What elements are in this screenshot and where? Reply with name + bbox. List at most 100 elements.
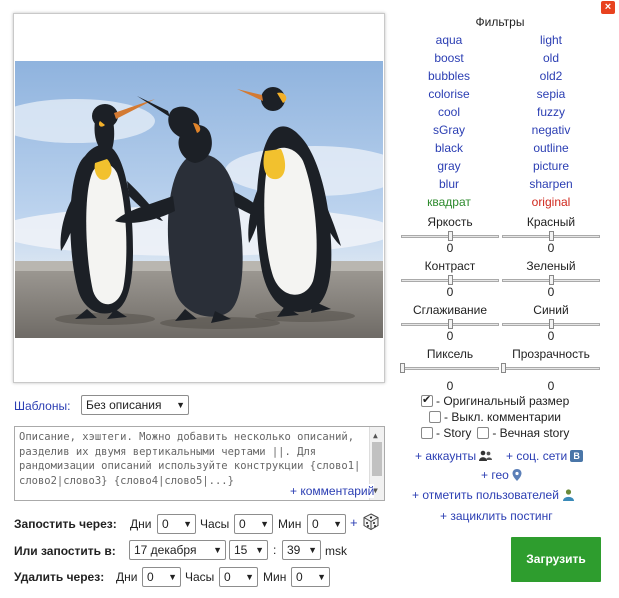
filter-negativ[interactable]: negativ: [501, 121, 601, 139]
filter-original[interactable]: original: [501, 193, 601, 211]
filter-sgray[interactable]: sGray: [399, 121, 499, 139]
penguin-photo: [15, 61, 383, 338]
disable-comments-label: - Выкл. комментарии: [444, 410, 561, 424]
slider-thumb[interactable]: [549, 319, 554, 329]
accounts-link[interactable]: + аккаунты: [415, 449, 493, 463]
delete-after-hours-select[interactable]: 0 ▼: [219, 567, 258, 587]
filter-fuzzy[interactable]: fuzzy: [501, 103, 601, 121]
brightness-slider-block: Яркость 0: [400, 215, 500, 255]
green-label: Зеленый: [526, 259, 576, 273]
filter-old2[interactable]: old2: [501, 67, 601, 85]
slider-thumb[interactable]: [448, 231, 453, 241]
post-after-minutes-select[interactable]: 0 ▼: [307, 514, 346, 534]
delete-after-days-select[interactable]: 0 ▼: [142, 567, 181, 587]
loop-posting-label: + зациклить постинг: [440, 509, 553, 523]
slider-thumb[interactable]: [501, 363, 506, 373]
slider-thumb[interactable]: [400, 363, 405, 373]
eternal-story-checkbox[interactable]: [477, 427, 490, 439]
delete-after-minutes-select[interactable]: 0 ▼: [291, 567, 330, 587]
scroll-thumb[interactable]: [372, 442, 382, 476]
contrast-slider[interactable]: [400, 275, 500, 285]
filter-old[interactable]: old: [501, 49, 601, 67]
post-after-days-label: Дни: [130, 517, 152, 531]
image-preview: [13, 13, 385, 383]
transparency-slider[interactable]: [501, 363, 601, 373]
accounts-link-label: + аккаунты: [415, 449, 477, 463]
filter-sharpen[interactable]: sharpen: [501, 175, 601, 193]
close-button[interactable]: ×: [601, 1, 615, 14]
filter-cool[interactable]: cool: [399, 103, 499, 121]
filter-sepia[interactable]: sepia: [501, 85, 601, 103]
filter-blur[interactable]: blur: [399, 175, 499, 193]
post-after-hours-value: 0: [239, 517, 246, 531]
templates-select[interactable]: Без описания ▼: [81, 395, 189, 415]
geo-link[interactable]: + гео: [481, 468, 522, 482]
smoothing-slider-block: Сглаживание 0: [400, 303, 500, 343]
original-size-label: - Оригинальный размер: [436, 394, 570, 408]
red-slider[interactable]: [501, 231, 601, 241]
filter-black[interactable]: black: [399, 139, 499, 157]
timezone-label: msk: [325, 544, 347, 558]
slider-thumb[interactable]: [549, 231, 554, 241]
red-slider-block: Красный 0: [501, 215, 601, 255]
random-time-link[interactable]: +: [350, 515, 358, 530]
brightness-label: Яркость: [427, 215, 473, 229]
filter-gray[interactable]: gray: [399, 157, 499, 175]
social-networks-link[interactable]: + соц. сети B: [506, 449, 584, 463]
filter-bubbles[interactable]: bubbles: [399, 67, 499, 85]
pixel-slider[interactable]: [400, 363, 500, 373]
story-checkbox[interactable]: [421, 427, 433, 439]
post-at-hour-select[interactable]: 15 ▼: [229, 540, 268, 560]
post-after-hours-select[interactable]: 0 ▼: [234, 514, 273, 534]
users-icon: [479, 450, 493, 461]
filter-aqua[interactable]: aqua: [399, 31, 499, 49]
dice-icon[interactable]: [362, 513, 380, 531]
transparency-value: 0: [547, 379, 555, 393]
delete-after-days-value: 0: [147, 570, 154, 584]
green-slider-block: Зеленый 0: [501, 259, 601, 299]
slider-thumb[interactable]: [549, 275, 554, 285]
post-at-minute-select[interactable]: 39 ▼: [282, 540, 321, 560]
contrast-value: 0: [446, 285, 454, 299]
green-slider[interactable]: [501, 275, 601, 285]
upload-button[interactable]: Загрузить: [511, 537, 601, 582]
disable-comments-checkbox[interactable]: [429, 411, 441, 423]
slider-thumb[interactable]: [448, 275, 453, 285]
filter-colorise[interactable]: colorise: [399, 85, 499, 103]
chevron-down-icon: ▼: [183, 519, 192, 529]
filter-boost[interactable]: boost: [399, 49, 499, 67]
disable-comments-option[interactable]: - Выкл. комментарии: [429, 410, 561, 424]
vk-icon: B: [570, 450, 584, 462]
smoothing-slider[interactable]: [400, 319, 500, 329]
story-option[interactable]: - Story - Вечная story: [421, 426, 569, 440]
social-link-label: + соц. сети: [506, 449, 568, 463]
blue-label: Синий: [533, 303, 569, 317]
post-at-date-select[interactable]: 17 декабря ▼: [129, 540, 226, 560]
chevron-down-icon: ▼: [213, 545, 222, 555]
tag-users-link[interactable]: + отметить пользователей: [412, 488, 575, 502]
templates-label: Шаблоны:: [14, 399, 71, 413]
post-at-minute-value: 39: [287, 543, 301, 557]
brightness-slider[interactable]: [400, 231, 500, 241]
delete-after-minutes-value: 0: [296, 570, 303, 584]
add-comment-link[interactable]: + комментарий: [288, 484, 375, 498]
original-size-option[interactable]: - Оригинальный размер: [421, 393, 570, 408]
filter-square[interactable]: квадрат: [399, 193, 499, 211]
post-at-hour-value: 15: [234, 543, 248, 557]
post-after-days-select[interactable]: 0 ▼: [157, 514, 196, 534]
original-size-checkbox[interactable]: [421, 393, 433, 407]
delete-after-hours-value: 0: [224, 570, 231, 584]
filter-light[interactable]: light: [501, 31, 601, 49]
post-at-date-value: 17 декабря: [134, 543, 197, 557]
filters-title: Фильтры: [475, 15, 525, 29]
filter-outline[interactable]: outline: [501, 139, 601, 157]
eternal-story-label: - Вечная story: [492, 426, 570, 440]
filter-picture[interactable]: picture: [501, 157, 601, 175]
blue-slider[interactable]: [501, 319, 601, 329]
transparency-label: Прозрачность: [512, 347, 590, 361]
delete-after-hours-label: Часы: [185, 570, 215, 584]
slider-line: [502, 367, 600, 370]
user-tag-icon: [562, 489, 574, 501]
loop-posting-link[interactable]: + зациклить постинг: [440, 509, 553, 523]
slider-thumb[interactable]: [448, 319, 453, 329]
